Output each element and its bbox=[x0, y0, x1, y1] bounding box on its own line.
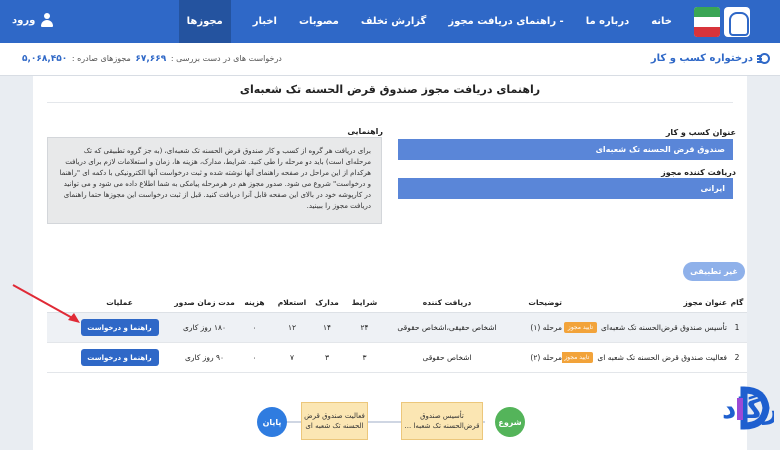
header-step: گام bbox=[730, 298, 744, 307]
header-issuer: دریافت کننده bbox=[422, 298, 472, 307]
table-row: 2 فعالیت صندوق قرض الحسنه تک شعبه ای تای… bbox=[47, 343, 747, 373]
guide-text: برای دریافت هر گروه از کسب و کار صندوق ق… bbox=[47, 137, 382, 224]
page-title: راهنمای دریافت مجوز صندوق قرض الحسنه تک … bbox=[239, 83, 541, 96]
row-step: 2 bbox=[734, 353, 740, 362]
flag-logo-icon bbox=[694, 6, 720, 37]
row-name: تأسیس صندوق قرض‌الحسنه تک شعبه‌ای bbox=[601, 323, 727, 332]
title-divider bbox=[47, 102, 733, 103]
row-conditions: ۲۴ bbox=[360, 323, 369, 332]
flow-step-establish[interactable]: تأسیس صندوق قرض‌الحسنه تک شعبه‌ا ... bbox=[401, 402, 483, 440]
row-issuer: اشخاص حقیقی،اشخاص حقوقی bbox=[397, 323, 497, 332]
row-cost: ۰ bbox=[252, 323, 257, 332]
table-row: 1 تأسیس صندوق قرض‌الحسنه تک شعبه‌ای تایی… bbox=[47, 313, 747, 343]
header-conditions: شرایط bbox=[351, 298, 378, 307]
flow-end-node: پایان bbox=[257, 407, 287, 437]
header-docs: مدارک bbox=[315, 298, 339, 307]
status-badge: تایید مجوز bbox=[562, 352, 594, 363]
license-table: گام عنوان مجوز توضیحات دریافت کننده شرای… bbox=[47, 293, 747, 373]
row-name: فعالیت صندوق قرض الحسنه تک شعبه ای bbox=[597, 353, 727, 362]
pasargad-watermark: پاسارگاد bbox=[594, 376, 780, 446]
row-desc: مرحله (۱) bbox=[530, 323, 562, 332]
nav-licenses[interactable]: مجوزها bbox=[178, 0, 231, 43]
guide-label: راهنمایی bbox=[347, 127, 383, 136]
issued-label: مجوزهای صادره : bbox=[71, 54, 131, 63]
login-label: ورود bbox=[12, 14, 36, 26]
header-cost: هزینه bbox=[244, 298, 265, 307]
row-docs: ۱۴ bbox=[322, 323, 332, 332]
header-desc: توضیحات bbox=[528, 298, 562, 307]
login-link[interactable]: ورود bbox=[12, 13, 54, 27]
row-issuer: اشخاص حقوقی bbox=[422, 353, 472, 362]
row-inquiries: ۱۲ bbox=[287, 323, 297, 332]
issuer-label: دریافت کننده مجوز bbox=[661, 168, 736, 177]
non-applicable-button[interactable]: غیر تطبیقی bbox=[683, 262, 745, 281]
guide-request-button[interactable]: راهنما و درخواست bbox=[80, 319, 159, 336]
nav-license-guide[interactable]: راهنمای دریافت مجوز - bbox=[448, 0, 563, 43]
pending-label: درخواست های در دست بررسی : bbox=[170, 54, 282, 63]
nav-home[interactable]: خانه bbox=[651, 0, 672, 43]
status-badge: تایید مجوز bbox=[563, 322, 598, 333]
top-navbar: خانه درباره ما راهنمای دریافت مجوز - گزا… bbox=[0, 0, 780, 43]
row-cost: ۰ bbox=[252, 353, 257, 362]
tree-search-icon bbox=[757, 53, 770, 64]
issuer-field: ایرانی bbox=[398, 178, 733, 199]
flow-step-activity[interactable]: فعالیت صندوق قرض الحسنه تک شعبه ای bbox=[301, 402, 368, 440]
row-inquiries: ۷ bbox=[289, 353, 295, 362]
issued-count: ۵,۰۶۸,۴۵۰ bbox=[22, 54, 68, 64]
row-conditions: ۳ bbox=[362, 353, 367, 362]
business-tree-label: درختواره کسب و کار bbox=[650, 53, 753, 64]
business-field: صندوق قرض الحسنه تک شعبه‌ای bbox=[398, 139, 733, 160]
row-time: ۹۰ روز کاری bbox=[184, 353, 225, 362]
sub-bar: درختواره کسب و کار درخواست های در دست بر… bbox=[0, 43, 780, 76]
nav-about[interactable]: درباره ما bbox=[586, 0, 630, 43]
flow-start-node: شروع bbox=[495, 407, 525, 437]
header-name: عنوان مجوز bbox=[683, 298, 727, 307]
nav-news[interactable]: اخبار bbox=[253, 0, 277, 43]
business-tree-link[interactable]: درختواره کسب و کار bbox=[651, 53, 770, 64]
business-label: عنوان کسب و کار bbox=[665, 128, 736, 137]
license-stats: درخواست های در دست بررسی : ۶۷,۶۶۹ مجوزها… bbox=[20, 54, 282, 64]
guide-request-button[interactable]: راهنما و درخواست bbox=[80, 349, 159, 366]
logo[interactable] bbox=[694, 4, 754, 39]
emblem-logo-icon bbox=[724, 6, 750, 37]
pending-count: ۶۷,۶۶۹ bbox=[135, 54, 167, 64]
pasargad-logo-icon: پاسارگاد bbox=[722, 386, 780, 430]
row-docs: ۳ bbox=[324, 353, 330, 362]
row-name-cell: فعالیت صندوق قرض الحسنه تک شعبه ای تایید… bbox=[562, 352, 727, 363]
header-time: مدت زمان صدور bbox=[174, 298, 235, 307]
row-step: 1 bbox=[734, 323, 740, 332]
main-nav: خانه درباره ما راهنمای دریافت مجوز - گزا… bbox=[178, 0, 672, 43]
annotation-arrow-icon bbox=[12, 284, 80, 323]
row-time: ۱۸۰ روز کاری bbox=[182, 323, 227, 332]
user-icon bbox=[40, 13, 54, 27]
row-ops: راهنما و درخواست bbox=[67, 349, 172, 366]
table-header: گام عنوان مجوز توضیحات دریافت کننده شرای… bbox=[47, 293, 747, 313]
nav-report-violation[interactable]: گزارش تخلف bbox=[361, 0, 426, 43]
nav-resolutions[interactable]: مصوبات bbox=[299, 0, 339, 43]
row-name-cell: تأسیس صندوق قرض‌الحسنه تک شعبه‌ای تایید … bbox=[562, 322, 727, 333]
row-desc: مرحله (۲) bbox=[530, 353, 562, 362]
header-inquiries: استعلام bbox=[277, 298, 307, 307]
